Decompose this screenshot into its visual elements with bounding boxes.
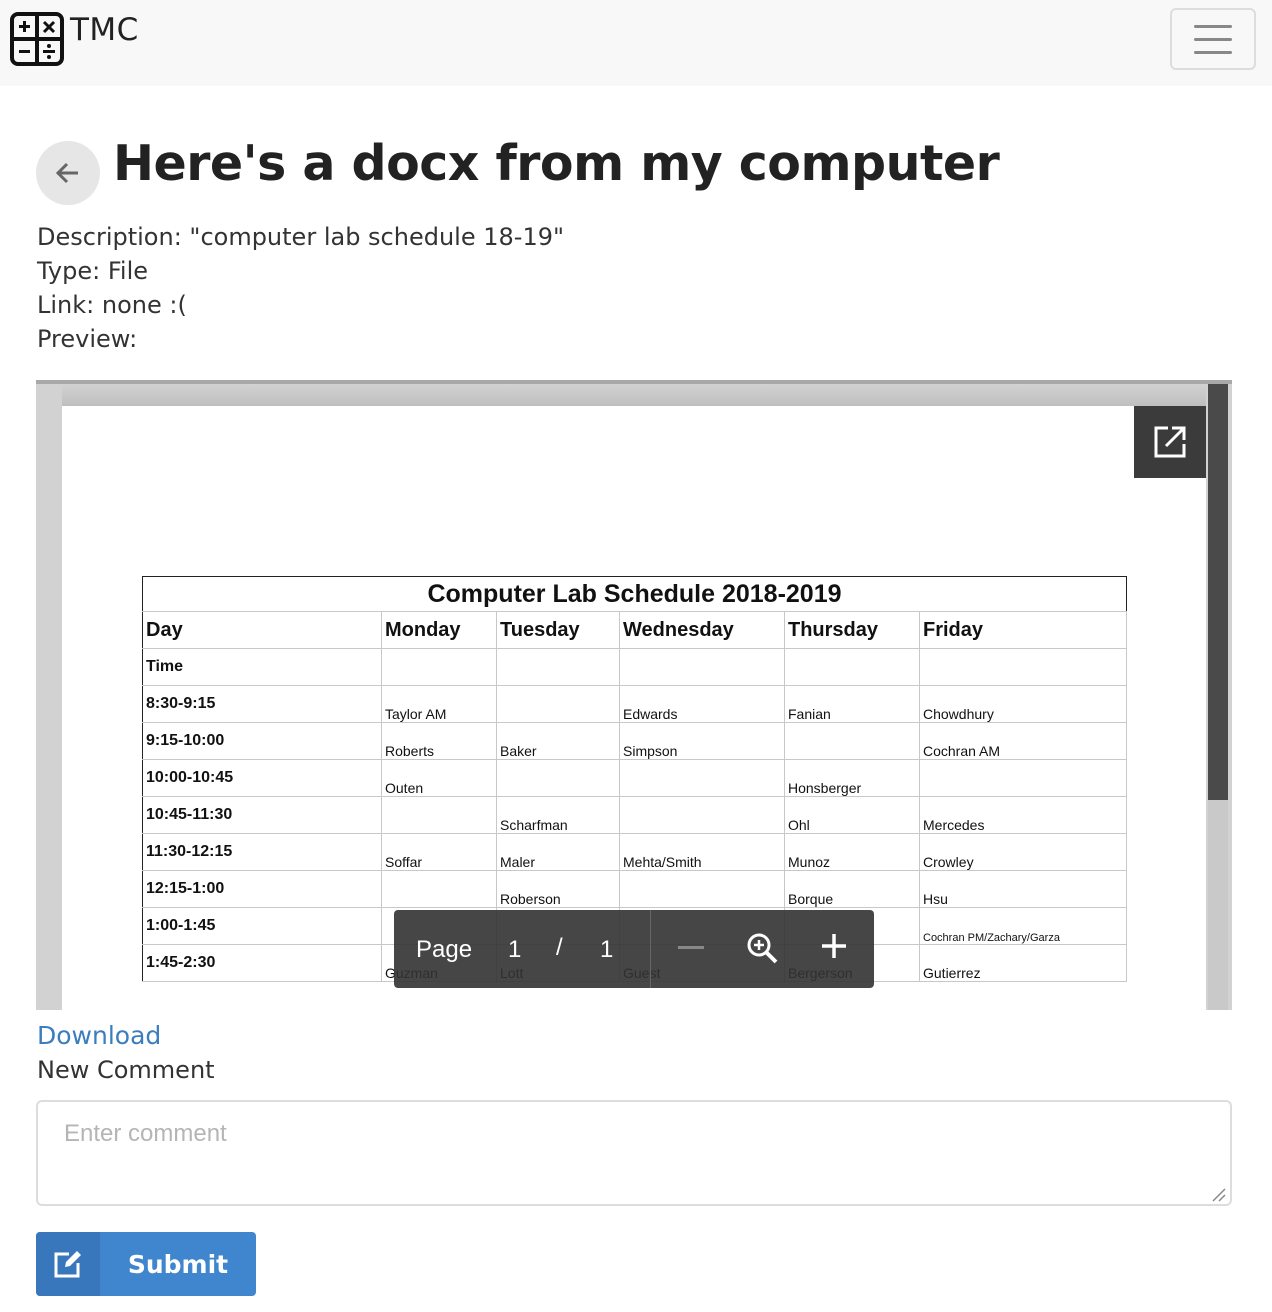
header-tuesday: Tuesday (496, 611, 620, 649)
schedule-cell: Cochran PM/Zachary/Garza (919, 907, 1127, 945)
schedule-cell: Mercedes (919, 796, 1127, 834)
schedule-cell: Munoz (784, 833, 920, 871)
schedule-header-row: Day Monday Tuesday Wednesday Thursday Fr… (142, 611, 1127, 649)
schedule-cell: Soffar (381, 833, 497, 871)
schedule-cell (784, 722, 920, 760)
schedule-cell: Gutierrez (919, 944, 1127, 982)
schedule-cell (619, 870, 785, 908)
zoom-in-icon[interactable] (746, 932, 778, 964)
submit-label: Submit (127, 1249, 229, 1279)
page-title: Here's a docx from my computer (113, 135, 1000, 192)
schedule-cell (496, 759, 620, 797)
edit-icon (36, 1232, 100, 1296)
hamburger-menu-icon (1194, 24, 1232, 28)
schedule-cell (381, 870, 497, 908)
download-link[interactable]: Download (37, 1019, 161, 1053)
document-viewer[interactable]: Computer Lab Schedule 2018-2019 Day Mond… (36, 380, 1232, 1010)
table-cell (784, 648, 920, 686)
schedule-cell: Mehta/Smith (619, 833, 785, 871)
schedule-cell: Simpson (619, 722, 785, 760)
toolbar-divider (650, 910, 651, 988)
time-slot: 10:00-10:45 (142, 759, 382, 797)
table-row: 8:30-9:15 Taylor AM Edwards Fanian Chowdhury (142, 685, 1127, 723)
back-button[interactable] (36, 141, 100, 205)
type-text: Type: File (37, 257, 148, 285)
schedule-cell: Outen (381, 759, 497, 797)
page-label: Page (416, 936, 473, 963)
viewer-toolbar: Page 1 / 1 (394, 910, 874, 988)
table-row: 11:30-12:15 Soffar Maler Mehta/Smith Munoz Cr… (142, 833, 1127, 871)
schedule-cell: Maler (496, 833, 620, 871)
time-label: Time (142, 648, 382, 686)
schedule-cell: Crowley (919, 833, 1127, 871)
schedule-cell: Edwards (619, 685, 785, 723)
schedule-title: Computer Lab Schedule 2018-2019 (142, 576, 1127, 612)
schedule-cell (619, 759, 785, 797)
external-link-icon (1154, 426, 1186, 458)
resource-details: Description: "computer lab schedule 18-1… (37, 220, 564, 356)
schedule-cell (496, 685, 620, 723)
schedule-cell: Roberson (496, 870, 620, 908)
header-monday: Monday (381, 611, 497, 649)
schedule-cell (619, 796, 785, 834)
header-day: Day (142, 611, 382, 649)
page-separator: / (556, 934, 563, 961)
schedule-cell: Chowdhury (919, 685, 1127, 723)
brand-link[interactable]: TMC (10, 12, 139, 66)
schedule-cell: Hsu (919, 870, 1127, 908)
new-comment-label: New Comment (37, 1056, 215, 1084)
header-wednesday: Wednesday (619, 611, 785, 649)
time-slot: 12:15-1:00 (142, 870, 382, 908)
time-slot: 1:00-1:45 (142, 907, 382, 945)
hamburger-bar (1194, 37, 1232, 41)
table-cell (919, 648, 1127, 686)
hamburger-bar (1194, 50, 1232, 54)
table-row: 9:15-10:00 Roberts Baker Simpson Cochran AM (142, 722, 1127, 760)
calculator-icon (10, 12, 64, 66)
link-text: Link: none :( (37, 291, 187, 319)
table-row: 10:45-11:30 Scharfman Ohl Mercedes (142, 796, 1127, 834)
hamburger-menu-button[interactable] (1170, 8, 1256, 70)
table-row: 10:00-10:45 Outen Honsberger (142, 759, 1127, 797)
time-slot: 10:45-11:30 (142, 796, 382, 834)
time-slot: 8:30-9:15 (142, 685, 382, 723)
schedule-cell: Taylor AM (381, 685, 497, 723)
table-cell (619, 648, 785, 686)
time-slot: 1:45-2:30 (142, 944, 382, 982)
schedule-cell: Baker (496, 722, 620, 760)
schedule-cell: Cochran AM (919, 722, 1127, 760)
schedule-cell (381, 796, 497, 834)
viewer-top-shadow (62, 384, 1206, 406)
viewer-scrollbar[interactable] (1208, 384, 1228, 1010)
schedule-cell: Borque (784, 870, 920, 908)
scrollbar-thumb[interactable] (1208, 384, 1228, 800)
schedule-cell: Honsberger (784, 759, 920, 797)
header-friday: Friday (919, 611, 1127, 649)
resize-handle-icon[interactable] (1210, 1186, 1226, 1202)
time-label-row: Time (142, 648, 1127, 686)
current-page[interactable]: 1 (508, 936, 521, 964)
description-text: Description: "computer lab schedule 18-1… (37, 223, 565, 251)
table-cell (381, 648, 497, 686)
schedule-cell: Roberts (381, 722, 497, 760)
table-cell (496, 648, 620, 686)
brand-name: TMC (70, 12, 139, 48)
submit-button[interactable]: Submit (36, 1232, 256, 1296)
time-slot: 9:15-10:00 (142, 722, 382, 760)
plus-icon[interactable] (820, 932, 848, 960)
schedule-cell: Scharfman (496, 796, 620, 834)
schedule-cell: Fanian (784, 685, 920, 723)
time-slot: 11:30-12:15 (142, 833, 382, 871)
table-row: 12:15-1:00 Roberson Borque Hsu (142, 870, 1127, 908)
preview-label: Preview: (37, 325, 138, 353)
popout-button[interactable] (1134, 406, 1206, 478)
minus-icon[interactable] (678, 946, 704, 949)
schedule-cell (919, 759, 1127, 797)
total-pages: 1 (600, 936, 614, 963)
comment-input[interactable] (36, 1100, 1232, 1206)
arrow-left-icon (55, 162, 78, 184)
header-thursday: Thursday (784, 611, 920, 649)
schedule-cell: Ohl (784, 796, 920, 834)
navbar: TMC (0, 0, 1272, 86)
